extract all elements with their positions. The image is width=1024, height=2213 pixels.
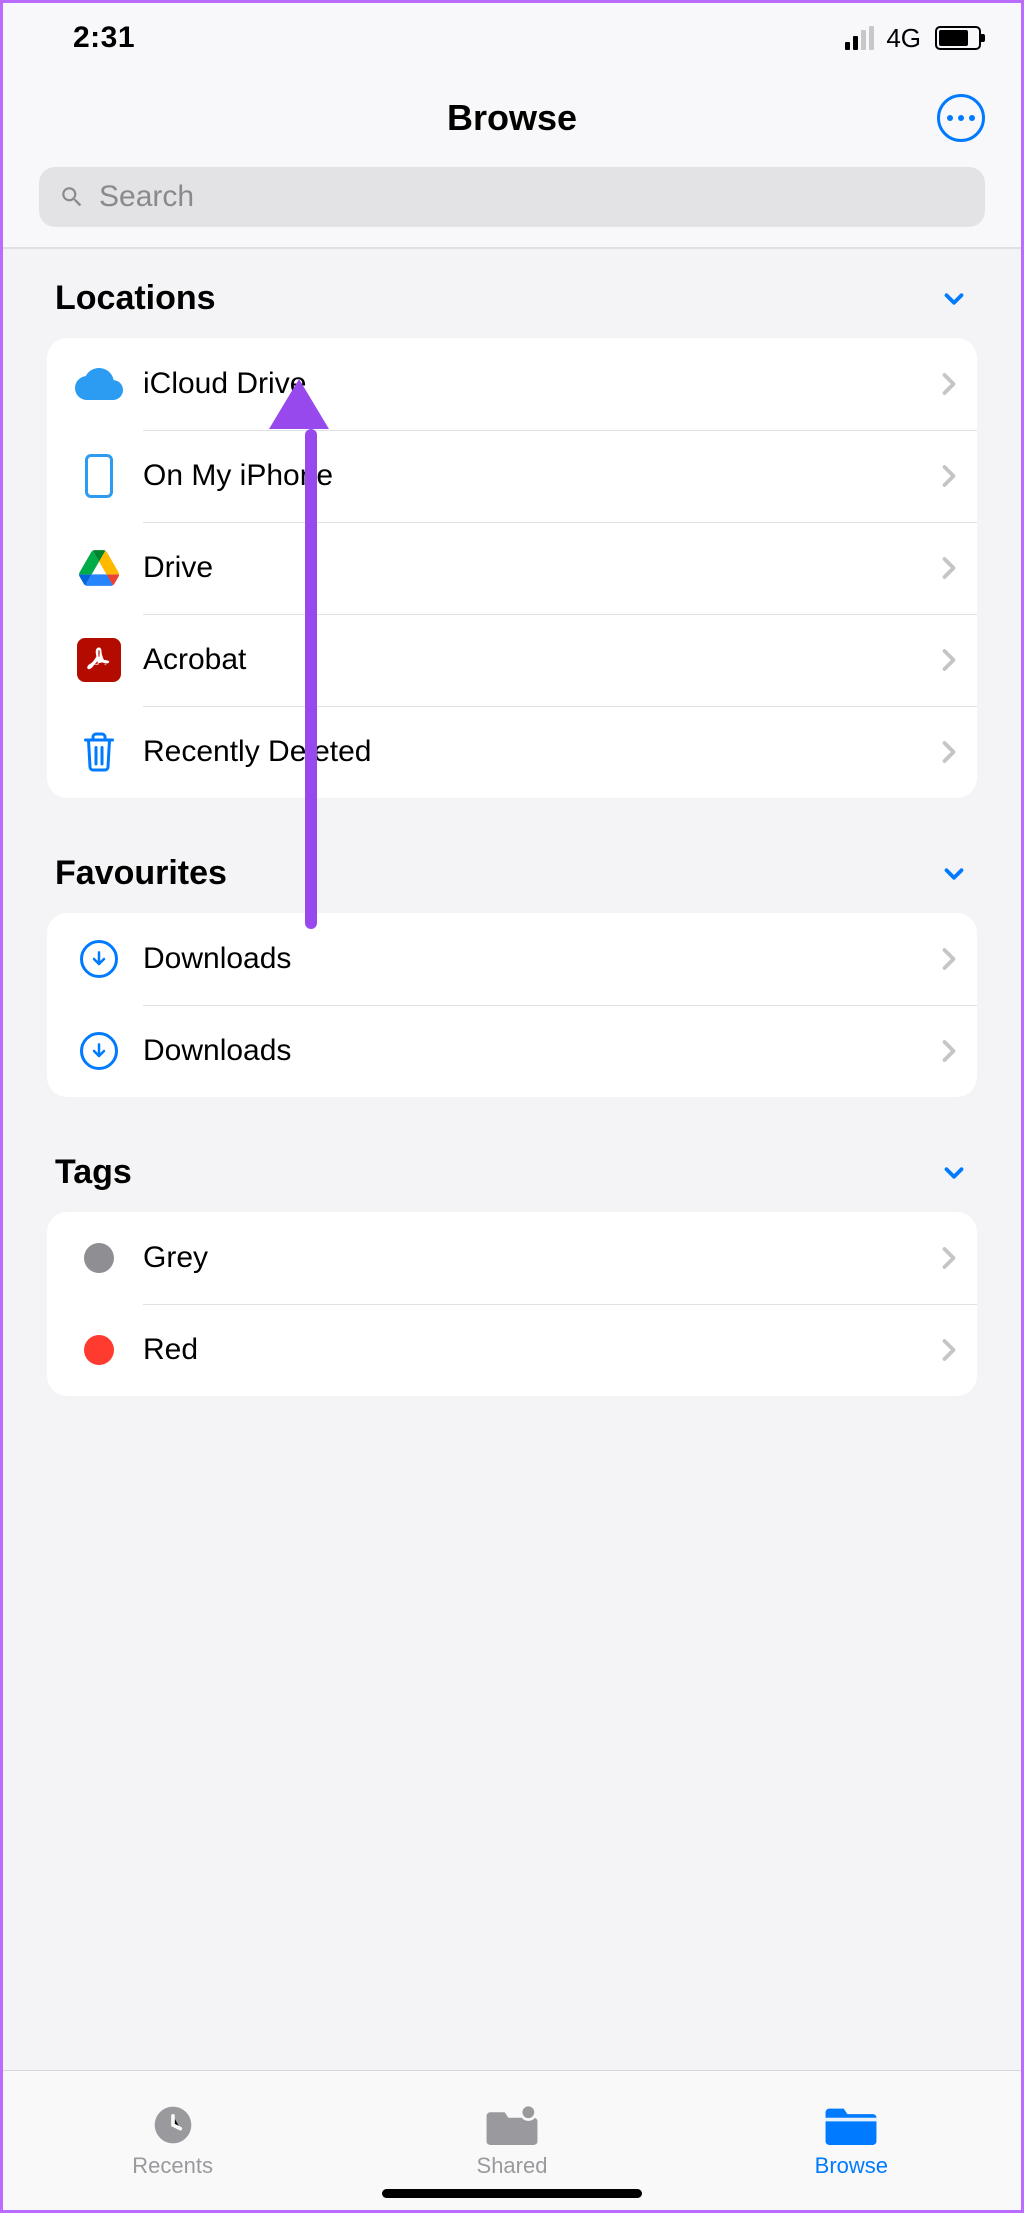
locations-header[interactable]: Locations bbox=[47, 273, 977, 338]
tag-color-icon bbox=[67, 1335, 131, 1365]
shared-folder-icon bbox=[486, 2103, 538, 2147]
location-recently-deleted[interactable]: Recently Deleted bbox=[47, 706, 977, 798]
tab-browse[interactable]: Browse bbox=[682, 2071, 1021, 2210]
icloud-icon bbox=[67, 368, 131, 400]
location-label: iCloud Drive bbox=[131, 367, 941, 401]
folder-icon bbox=[825, 2103, 877, 2147]
ellipsis-icon bbox=[947, 115, 975, 121]
tag-label: Grey bbox=[131, 1241, 941, 1275]
home-indicator[interactable] bbox=[382, 2189, 642, 2198]
nav-header: Browse bbox=[3, 73, 1021, 163]
location-label: Recently Deleted bbox=[131, 735, 941, 769]
iphone-icon bbox=[67, 454, 131, 498]
location-acrobat[interactable]: Acrobat bbox=[47, 614, 977, 706]
page-title: Browse bbox=[447, 97, 577, 139]
tag-grey[interactable]: Grey bbox=[47, 1212, 977, 1304]
chevron-down-icon bbox=[939, 1158, 969, 1188]
status-bar: 2:31 4G bbox=[3, 3, 1021, 73]
favourites-section: Favourites Downloads Downloads bbox=[3, 798, 1021, 1097]
search-input[interactable] bbox=[99, 180, 965, 214]
acrobat-icon bbox=[67, 638, 131, 682]
battery-icon bbox=[935, 26, 981, 50]
status-indicators: 4G bbox=[845, 23, 981, 54]
location-icloud-drive[interactable]: iCloud Drive bbox=[47, 338, 977, 430]
google-drive-icon bbox=[67, 550, 131, 586]
download-icon bbox=[67, 1032, 131, 1070]
search-container bbox=[3, 163, 1021, 247]
location-on-my-iphone[interactable]: On My iPhone bbox=[47, 430, 977, 522]
search-field[interactable] bbox=[39, 167, 985, 227]
download-icon bbox=[67, 940, 131, 978]
tag-color-icon bbox=[67, 1243, 131, 1273]
tags-section: Tags Grey Red bbox=[3, 1097, 1021, 1396]
tab-label: Recents bbox=[132, 2153, 213, 2179]
network-label: 4G bbox=[886, 23, 921, 54]
favourites-list: Downloads Downloads bbox=[47, 913, 977, 1097]
more-options-button[interactable] bbox=[937, 94, 985, 142]
tab-bar: Recents Shared Browse bbox=[3, 2070, 1021, 2210]
tags-title: Tags bbox=[55, 1153, 132, 1192]
favourite-downloads[interactable]: Downloads bbox=[47, 1005, 977, 1097]
chevron-down-icon bbox=[939, 859, 969, 889]
chevron-right-icon bbox=[941, 1039, 957, 1063]
location-label: Drive bbox=[131, 551, 941, 585]
favourite-label: Downloads bbox=[131, 942, 941, 976]
chevron-right-icon bbox=[941, 464, 957, 488]
chevron-right-icon bbox=[941, 648, 957, 672]
favourites-title: Favourites bbox=[55, 854, 227, 893]
location-google-drive[interactable]: Drive bbox=[47, 522, 977, 614]
search-icon bbox=[59, 184, 85, 210]
locations-title: Locations bbox=[55, 279, 216, 318]
locations-section: Locations iCloud Drive On My iPhone Driv… bbox=[3, 249, 1021, 798]
location-label: Acrobat bbox=[131, 643, 941, 677]
chevron-right-icon bbox=[941, 740, 957, 764]
favourite-downloads[interactable]: Downloads bbox=[47, 913, 977, 1005]
favourite-label: Downloads bbox=[131, 1034, 941, 1068]
tab-label: Browse bbox=[815, 2153, 888, 2179]
chevron-right-icon bbox=[941, 556, 957, 580]
status-time: 2:31 bbox=[73, 21, 135, 55]
chevron-right-icon bbox=[941, 1246, 957, 1270]
chevron-down-icon bbox=[939, 284, 969, 314]
tab-label: Shared bbox=[477, 2153, 548, 2179]
tags-list: Grey Red bbox=[47, 1212, 977, 1396]
locations-list: iCloud Drive On My iPhone Drive Acrobat bbox=[47, 338, 977, 798]
location-label: On My iPhone bbox=[131, 459, 941, 493]
chevron-right-icon bbox=[941, 1338, 957, 1362]
tag-label: Red bbox=[131, 1333, 941, 1367]
tab-recents[interactable]: Recents bbox=[3, 2071, 342, 2210]
chevron-right-icon bbox=[941, 372, 957, 396]
tag-red[interactable]: Red bbox=[47, 1304, 977, 1396]
favourites-header[interactable]: Favourites bbox=[47, 848, 977, 913]
clock-icon bbox=[151, 2103, 195, 2147]
trash-icon bbox=[67, 731, 131, 773]
chevron-right-icon bbox=[941, 947, 957, 971]
tags-header[interactable]: Tags bbox=[47, 1147, 977, 1212]
signal-icon bbox=[845, 26, 874, 50]
